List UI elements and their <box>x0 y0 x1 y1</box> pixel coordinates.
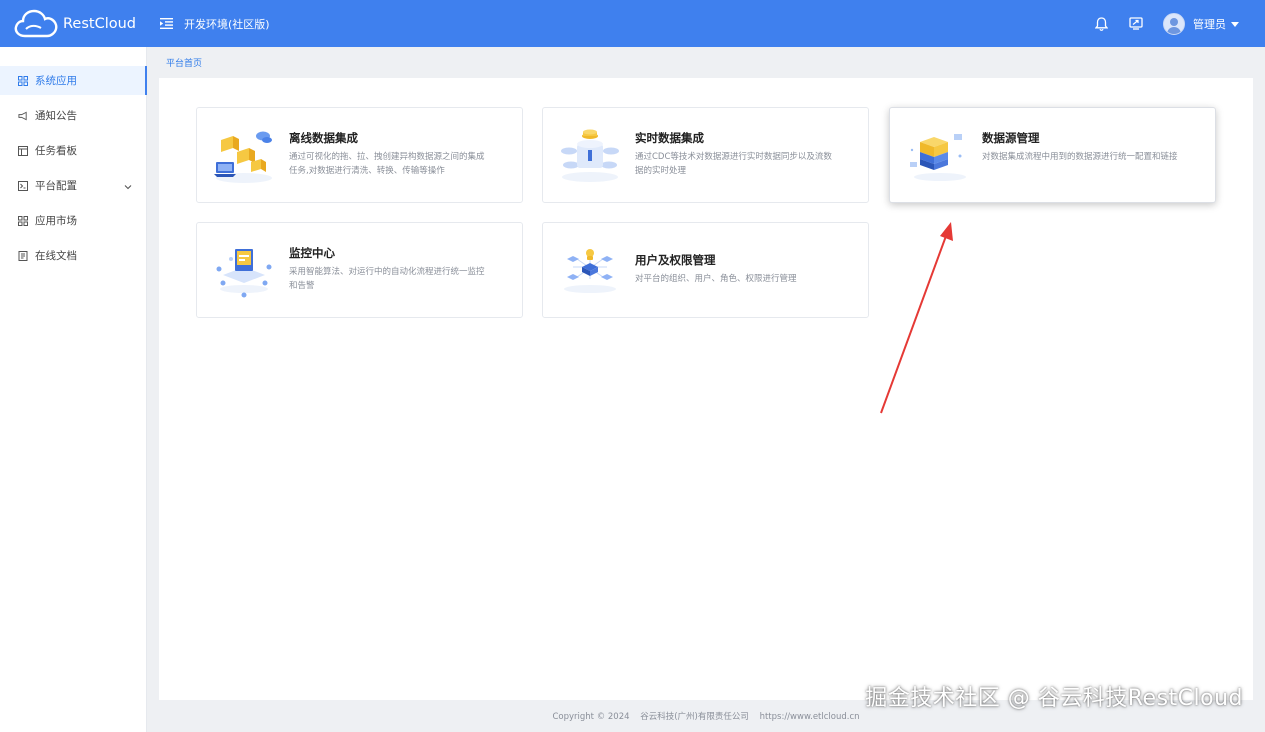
app-logo[interactable]: RestCloud <box>0 0 147 47</box>
footer-copyright: Copyright © 2024 <box>552 712 630 722</box>
card-description: 通过CDC等技术对数据源进行实时数据同步以及流数据的实时处理 <box>635 152 832 176</box>
card-description: 采用智能算法、对运行中的自动化流程进行统一监控和告警 <box>289 267 485 291</box>
watermark-text: 掘金技术社区 @ 谷云科技RestCloud <box>865 686 1243 711</box>
card-title: 数据源管理 <box>982 131 1040 145</box>
cloud-logo-icon <box>14 9 58 37</box>
sidebar: 系统应用 通知公告 任务看板 平台配置 应用市场 在线文档 <box>0 47 147 732</box>
card-title: 用户及权限管理 <box>635 253 716 267</box>
sidebar-item-system-apps[interactable]: 系统应用 <box>0 66 147 95</box>
card-offline-integration[interactable]: 离线数据集成 通过可视化的拖、拉、拽创建异构数据源之间的集成任务,对数据进行清洗… <box>196 107 523 203</box>
card-title: 离线数据集成 <box>289 131 358 145</box>
sidebar-item-app-market[interactable]: 应用市场 <box>0 206 146 235</box>
card-description: 对数据集成流程中用到的数据源进行统一配置和链接 <box>982 152 1178 162</box>
terminal-icon <box>18 180 28 191</box>
menu-fold-icon[interactable] <box>159 17 173 31</box>
sidebar-item-online-docs[interactable]: 在线文档 <box>0 241 146 270</box>
sidebar-item-label: 应用市场 <box>35 215 77 227</box>
environment-title[interactable]: 开发环境(社区版) <box>184 16 270 32</box>
card-realtime-integration[interactable]: 实时数据集成 通过CDC等技术对数据源进行实时数据同步以及流数据的实时处理 <box>542 107 869 203</box>
header-actions: 管理员 <box>1093 0 1265 47</box>
sidebar-item-label: 在线文档 <box>35 250 77 262</box>
bell-icon[interactable] <box>1093 16 1109 32</box>
datasource-management-illustration-icon <box>910 134 966 181</box>
document-icon <box>18 250 28 261</box>
card-title: 实时数据集成 <box>635 131 704 145</box>
footer-company: 谷云科技(广州)有限责任公司 <box>640 712 749 722</box>
user-name[interactable]: 管理员 <box>1193 16 1226 32</box>
card-monitoring-center[interactable]: 监控中心 采用智能算法、对运行中的自动化流程进行统一监控和告警 <box>196 222 523 318</box>
caret-down-icon[interactable] <box>1231 21 1239 27</box>
sidebar-item-task-board[interactable]: 任务看板 <box>0 136 146 165</box>
sidebar-item-label: 通知公告 <box>35 110 77 122</box>
apps-grid-icon <box>18 75 28 86</box>
footer-url[interactable]: https://www.etlcloud.cn <box>760 712 860 722</box>
user-avatar-icon[interactable] <box>1163 12 1185 35</box>
card-description: 通过可视化的拖、拉、拽创建异构数据源之间的集成任务,对数据进行清洗、转换、传输等… <box>289 152 485 176</box>
top-header: RestCloud 开发环境(社区版) 管理员 <box>0 0 1265 47</box>
user-permission-illustration-icon <box>564 249 616 293</box>
logo-text: RestCloud <box>63 15 137 32</box>
apps-grid-icon <box>18 215 28 226</box>
sidebar-item-notices[interactable]: 通知公告 <box>0 101 146 130</box>
sidebar-item-label: 任务看板 <box>35 145 77 157</box>
main-content: 离线数据集成 通过可视化的拖、拉、拽创建异构数据源之间的集成任务,对数据进行清洗… <box>159 78 1253 700</box>
offline-integration-illustration-icon <box>214 131 272 183</box>
card-description: 对平台的组织、用户、角色、权限进行管理 <box>635 274 797 284</box>
realtime-integration-illustration-icon <box>561 129 619 182</box>
card-title: 监控中心 <box>289 246 335 260</box>
card-user-permission-management[interactable]: 用户及权限管理 对平台的组织、用户、角色、权限进行管理 <box>542 222 869 318</box>
sidebar-item-label: 系统应用 <box>35 75 77 87</box>
sidebar-item-label: 平台配置 <box>35 180 77 192</box>
sidebar-item-platform-config[interactable]: 平台配置 <box>0 171 146 200</box>
screen-share-icon[interactable] <box>1128 16 1144 32</box>
chevron-down-icon[interactable] <box>124 181 132 193</box>
megaphone-icon <box>18 111 28 121</box>
monitoring-center-illustration-icon <box>216 249 272 298</box>
breadcrumb[interactable]: 平台首页 <box>166 56 202 69</box>
card-datasource-management[interactable]: 数据源管理 对数据集成流程中用到的数据源进行统一配置和链接 <box>889 107 1216 203</box>
board-icon <box>18 145 28 156</box>
